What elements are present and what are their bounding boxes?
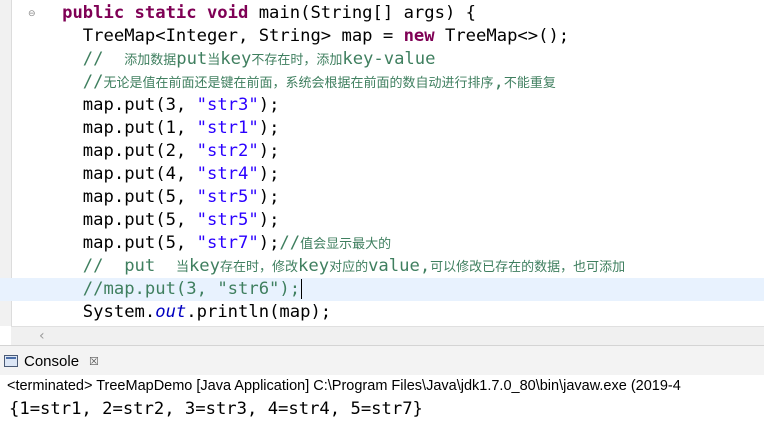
code-token: map.put(2, xyxy=(82,141,197,161)
code-token: 对应的 xyxy=(329,260,369,275)
code-token: "str5" xyxy=(196,187,259,207)
code-token: TreeMap<Integer, String> map = xyxy=(82,26,404,46)
code-token: "str5" xyxy=(196,210,259,230)
code-token: ); xyxy=(258,233,280,253)
code-token: ); xyxy=(258,164,280,184)
code-token: TreeMap<>(); xyxy=(444,26,570,46)
code-token: "str7" xyxy=(196,233,259,253)
code-token: map.put(5, xyxy=(82,233,197,253)
code-token: "str2" xyxy=(196,141,259,161)
code-line[interactable]: TreeMap<Integer, String> map = new TreeM… xyxy=(0,25,764,48)
code-token: map.put(5, xyxy=(82,187,197,207)
close-icon[interactable]: ☒ xyxy=(89,355,99,368)
code-line[interactable]: map.put(5, "str7");//值会显示最大的 xyxy=(0,232,764,255)
editor-horizontal-scrollbar[interactable]: ‹ xyxy=(11,326,764,345)
code-token: map.put(4, xyxy=(82,164,197,184)
console-tab[interactable]: Console ☒ xyxy=(4,350,99,372)
code-line[interactable]: // put 当key存在时，修改key对应的value,可以修改已存在的数据，… xyxy=(0,255,764,278)
code-token: 不能重复 xyxy=(503,76,556,91)
console-tab-label: Console xyxy=(24,352,80,370)
code-line[interactable]: map.put(5, "str5"); xyxy=(0,209,764,232)
code-token: ); xyxy=(258,95,280,115)
code-line[interactable]: map.put(3, "str3"); xyxy=(0,94,764,117)
code-token: put xyxy=(176,49,208,69)
code-token: 添加数据 xyxy=(124,53,177,68)
code-token: , xyxy=(493,72,504,92)
code-token: 无论是值在前面还是键在前面，系统会根据在前面的数自动进行排序 xyxy=(103,76,494,91)
code-token: "str1" xyxy=(196,118,259,138)
console-status-line: <terminated> TreeMapDemo [Java Applicati… xyxy=(7,378,681,394)
code-token: new xyxy=(403,26,445,46)
scroll-left-arrow-icon[interactable]: ‹ xyxy=(39,327,45,345)
code-token: 当 xyxy=(207,53,221,68)
code-token: .println(map); xyxy=(186,302,332,322)
code-token: value, xyxy=(368,256,431,276)
code-line[interactable]: //map.put(3, "str6"); xyxy=(0,278,764,301)
code-token: key xyxy=(298,256,330,276)
code-token: 存在时，修改 xyxy=(220,260,299,275)
code-token: 当 xyxy=(175,260,189,275)
code-token: "str4" xyxy=(196,164,259,184)
text-caret xyxy=(301,279,303,299)
code-token: map.put(1, xyxy=(82,118,197,138)
code-token: main(String[] args) { xyxy=(258,3,477,23)
console-output-line: {1=str1, 2=str2, 3=str3, 4=str4, 5=str7} xyxy=(9,399,423,419)
code-token: ); xyxy=(258,210,280,230)
code-line[interactable]: public static void main(String[] args) { xyxy=(0,2,764,25)
code-editor[interactable]: ⊖ public static void main(String[] args)… xyxy=(0,0,764,326)
console-icon xyxy=(4,355,18,367)
code-token: // xyxy=(82,72,104,92)
code-token: key xyxy=(188,256,220,276)
console-output-area[interactable]: <terminated> TreeMapDemo [Java Applicati… xyxy=(0,375,764,427)
code-line[interactable]: map.put(1, "str1"); xyxy=(0,117,764,140)
code-line[interactable]: map.put(5, "str5"); xyxy=(0,186,764,209)
code-token: // xyxy=(82,49,125,69)
code-token: map.put(5, xyxy=(82,210,197,230)
code-token: 值会显示最大的 xyxy=(300,237,392,252)
code-token: System. xyxy=(82,302,156,322)
code-token: key-value xyxy=(342,49,436,69)
code-token: public static void xyxy=(62,3,259,23)
code-line[interactable]: map.put(2, "str2"); xyxy=(0,140,764,163)
code-token: ); xyxy=(258,141,280,161)
code-token: 可以修改已存在的数据，也可添加 xyxy=(430,260,626,275)
code-token: //map.put(3, "str6"); xyxy=(82,279,301,299)
code-token: key xyxy=(220,49,252,69)
code-token: out xyxy=(155,302,187,322)
code-token: ); xyxy=(258,187,280,207)
code-line[interactable]: System.out.println(map); xyxy=(0,301,764,324)
code-token: ); xyxy=(258,118,280,138)
code-token: "str3" xyxy=(196,95,259,115)
code-line[interactable]: //无论是值在前面还是键在前面，系统会根据在前面的数自动进行排序,不能重复 xyxy=(0,71,764,94)
code-line[interactable]: // 添加数据put当key不存在时，添加key-value xyxy=(0,48,764,71)
console-view-header: Console ☒ xyxy=(0,345,764,376)
code-line[interactable]: map.put(4, "str4"); xyxy=(0,163,764,186)
code-token: // put xyxy=(82,256,176,276)
code-token: map.put(3, xyxy=(82,95,197,115)
code-token: // xyxy=(279,233,301,253)
code-token: 不存在时，添加 xyxy=(251,53,343,68)
